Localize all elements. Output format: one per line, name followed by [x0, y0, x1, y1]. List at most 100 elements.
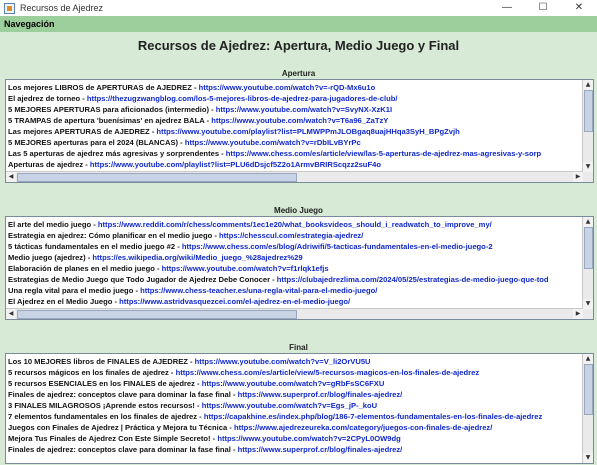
apertura-panel: Los mejores LIBROS de APERTURAS de AJEDR… — [5, 79, 594, 183]
maximize-button[interactable]: ☐ — [525, 0, 561, 16]
final-panel: Los 10 MEJORES libros de FINALES de AJED… — [5, 353, 594, 464]
resource-link[interactable]: https://www.reddit.com/r/chess/comments/… — [98, 220, 492, 229]
scroll-left-arrow-icon[interactable]: ◀ — [6, 172, 16, 182]
resource-link[interactable]: https://www.youtube.com/watch?v=T6a96_Za… — [211, 116, 388, 125]
list-item[interactable]: Elaboración de planes en el medio juego … — [8, 263, 583, 274]
resource-link[interactable]: https://www.chess-teacher.es/una-regla-v… — [140, 286, 377, 295]
scroll-up-arrow-icon[interactable]: ▲ — [583, 354, 593, 364]
resource-title: El ajedrez de torneo - — [8, 94, 87, 103]
scroll-down-arrow-icon[interactable]: ▼ — [583, 162, 593, 172]
resource-title: Estrategias de Medio Juego que Todo Juga… — [8, 275, 277, 284]
page-title: Recursos de Ajedrez: Apertura, Medio Jue… — [137, 38, 460, 53]
resource-title: Los mejores LIBROS de APERTURAS de AJEDR… — [8, 83, 199, 92]
apertura-list[interactable]: Los mejores LIBROS de APERTURAS de AJEDR… — [6, 80, 583, 172]
resource-title: 5 MEJORES APERTURAS para aficionados (in… — [8, 105, 216, 114]
resource-link[interactable]: https://www.youtube.com/watch?v=SvyNX-Xz… — [216, 105, 392, 114]
list-item[interactable]: 3 FINALES MILAGROSOS ¡Aprende estos recu… — [8, 400, 583, 411]
resource-link[interactable]: https://www.youtube.com/playlist?list=PL… — [156, 127, 459, 136]
resource-link[interactable]: https://www.youtube.com/watch?v=f1rlqk1e… — [162, 264, 329, 273]
list-item[interactable]: Mejora Tus Finales de Ajedrez Con Este S… — [8, 433, 583, 444]
menu-navegacion[interactable]: Navegación — [0, 19, 55, 29]
scroll-up-arrow-icon[interactable]: ▲ — [583, 217, 593, 227]
section-label-apertura: Apertura — [281, 69, 316, 78]
resource-title: 5 recursos ESENCIALES en los FINALES de … — [8, 379, 202, 388]
list-item[interactable]: 5 TRAMPAS de apertura 'buenísimas' en aj… — [8, 115, 583, 126]
scroll-right-arrow-icon[interactable]: ▶ — [573, 309, 583, 319]
apertura-vertical-scroll-thumb[interactable] — [584, 90, 593, 132]
resource-link[interactable]: https://chesscul.com/estrategia-ajedrez/ — [219, 231, 363, 240]
resource-link[interactable]: https://clubajedrezlima.com/2024/05/25/e… — [277, 275, 549, 284]
resource-link[interactable]: https://thezugzwangblog.com/los-5-mejore… — [87, 94, 398, 103]
app-icon — [4, 2, 15, 14]
list-item[interactable]: 5 MEJORES aperturas para el 2024 (BLANCA… — [8, 137, 583, 148]
medio-juego-list[interactable]: El arte del medio juego - https://www.re… — [6, 217, 583, 309]
list-item[interactable]: 5 tácticas fundamentales en el medio jue… — [8, 241, 583, 252]
resource-link[interactable]: https://www.astridvasquezcei.com/el-ajed… — [119, 297, 350, 306]
resource-link[interactable]: https://www.chess.com/es/article/view/la… — [226, 149, 541, 158]
resource-title: Estrategia en ajedrez: Cómo planificar e… — [8, 231, 219, 240]
list-item[interactable]: 7 elementos fundamentales en los finales… — [8, 411, 583, 422]
resource-title: Medio juego (ajedrez) - — [8, 253, 93, 262]
list-item[interactable]: Las 5 aperturas de ajedrez más agresivas… — [8, 148, 583, 159]
close-button[interactable]: ✕ — [561, 0, 597, 16]
resource-link[interactable]: https://www.chess.com/es/blog/Adriwifi/5… — [182, 242, 493, 251]
minimize-button[interactable]: — — [489, 0, 525, 16]
list-item[interactable]: Estrategia en ajedrez: Cómo planificar e… — [8, 230, 583, 241]
list-item[interactable]: Juegos con Finales de Ajedrez | Práctica… — [8, 422, 583, 433]
scroll-up-arrow-icon[interactable]: ▲ — [583, 80, 593, 90]
resource-link[interactable]: https://capakhine.es/index.php/blog/186-… — [204, 412, 542, 421]
resource-title: Elaboración de planes en el medio juego … — [8, 264, 162, 273]
apertura-horizontal-scrollbar[interactable]: ◀ ▶ — [6, 171, 583, 182]
resource-title: Los 10 MEJORES libros de FINALES de AJED… — [8, 357, 195, 366]
resource-title: Aperturas de ajedrez - — [8, 160, 90, 169]
list-item[interactable]: Medio juego (ajedrez) - https://es.wikip… — [8, 252, 583, 263]
resource-title: Juegos con Finales de Ajedrez | Práctica… — [8, 423, 234, 432]
final-vertical-scroll-thumb[interactable] — [584, 364, 593, 415]
list-item[interactable]: Finales de ajedrez: conceptos clave para… — [8, 444, 583, 455]
section-label-medio-juego: Medio Juego — [274, 206, 323, 215]
window-titlebar: Recursos de Ajedrez — ☐ ✕ — [0, 0, 597, 16]
list-item[interactable]: Aperturas de ajedrez - https://www.youtu… — [8, 159, 583, 170]
resource-link[interactable]: https://www.superprof.cr/blog/finales-aj… — [238, 390, 403, 399]
apertura-horizontal-scroll-thumb[interactable] — [17, 173, 297, 182]
resource-title: 5 MEJORES aperturas para el 2024 (BLANCA… — [8, 138, 185, 147]
list-item[interactable]: Una regla vital para el medio juego - ht… — [8, 285, 583, 296]
list-item[interactable]: 5 recursos ESENCIALES en los FINALES de … — [8, 378, 583, 389]
list-item[interactable]: Los 10 MEJORES libros de FINALES de AJED… — [8, 356, 583, 367]
list-item[interactable]: Finales de ajedrez: conceptos clave para… — [8, 389, 583, 400]
list-item[interactable]: El ajedrez de torneo - https://thezugzwa… — [8, 93, 583, 104]
final-vertical-scrollbar[interactable]: ▲ ▼ — [582, 354, 593, 463]
list-item[interactable]: El arte del medio juego - https://www.re… — [8, 219, 583, 230]
resource-link[interactable]: https://www.youtube.com/watch?v=gRbFsSC6… — [202, 379, 385, 388]
resource-link[interactable]: https://www.youtube.com/playlist?list=PL… — [90, 160, 381, 169]
resource-title: El arte del medio juego - — [8, 220, 98, 229]
resource-link[interactable]: https://www.youtube.com/watch?v=2CPyL0OW… — [217, 434, 400, 443]
resource-link[interactable]: https://www.youtube.com/watch?v=-rQD-Mx6… — [199, 83, 376, 92]
list-item[interactable]: Las mejores APERTURAS de AJEDREZ - https… — [8, 126, 583, 137]
scroll-down-arrow-icon[interactable]: ▼ — [583, 299, 593, 309]
resource-link[interactable]: https://www.youtube.com/watch?v=Egs_jP-_… — [202, 401, 377, 410]
resource-link[interactable]: https://www.ajedrezeureka.com/category/j… — [234, 423, 492, 432]
resource-title: Las 5 aperturas de ajedrez más agresivas… — [8, 149, 226, 158]
medio-juego-panel: El arte del medio juego - https://www.re… — [5, 216, 594, 320]
list-item[interactable]: 5 MEJORES APERTURAS para aficionados (in… — [8, 104, 583, 115]
scroll-left-arrow-icon[interactable]: ◀ — [6, 309, 16, 319]
scroll-right-arrow-icon[interactable]: ▶ — [573, 172, 583, 182]
medio-juego-horizontal-scrollbar[interactable]: ◀ ▶ — [6, 308, 583, 319]
scroll-down-arrow-icon[interactable]: ▼ — [583, 453, 593, 463]
resource-link[interactable]: https://www.chess.com/es/article/view/5-… — [176, 368, 480, 377]
list-item[interactable]: Estrategias de Medio Juego que Todo Juga… — [8, 274, 583, 285]
list-item[interactable]: Los mejores LIBROS de APERTURAS de AJEDR… — [8, 82, 583, 93]
resource-title: Mejora Tus Finales de Ajedrez Con Este S… — [8, 434, 218, 443]
medio-juego-vertical-scrollbar[interactable]: ▲ ▼ — [582, 217, 593, 309]
resource-link[interactable]: https://es.wikipedia.org/wiki/Medio_jueg… — [92, 253, 302, 262]
apertura-vertical-scrollbar[interactable]: ▲ ▼ — [582, 80, 593, 172]
final-list[interactable]: Los 10 MEJORES libros de FINALES de AJED… — [6, 354, 583, 463]
resource-link[interactable]: https://www.youtube.com/watch?v=V_li2OrV… — [195, 357, 371, 366]
resource-link[interactable]: https://www.youtube.com/watch?v=rDbILvBY… — [185, 138, 361, 147]
medio-juego-vertical-scroll-thumb[interactable] — [584, 227, 593, 269]
list-item[interactable]: 5 recursos mágicos en los finales de aje… — [8, 367, 583, 378]
resource-link[interactable]: https://www.superprof.cr/blog/finales-aj… — [238, 445, 403, 454]
medio-juego-horizontal-scroll-thumb[interactable] — [17, 310, 297, 319]
list-item[interactable]: El Ajedrez en el Medio Juego - https://w… — [8, 296, 583, 307]
